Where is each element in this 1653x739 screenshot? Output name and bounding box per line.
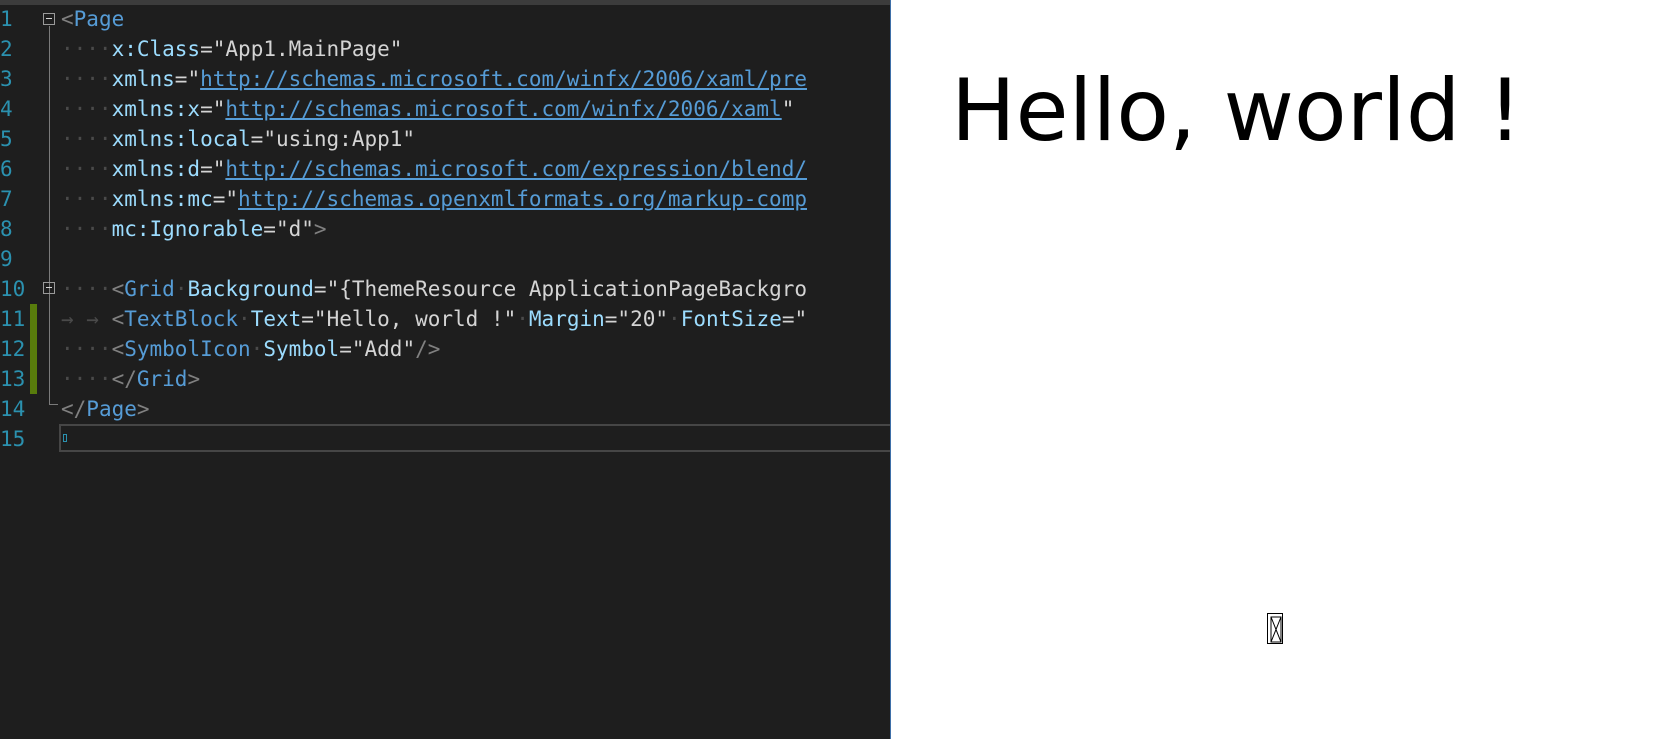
tag-name: Grid <box>136 367 188 391</box>
changed-lines-indicator <box>30 304 37 394</box>
line-number: 8 <box>0 217 13 241</box>
xaml-design-preview[interactable]: Hello, world ! <box>891 0 1653 739</box>
attribute-name: Text <box>250 307 302 331</box>
attribute-name: Background <box>187 277 314 301</box>
code-lines: <Page ····x:Class="App1.MainPage" ····xm… <box>61 4 807 454</box>
line-number: 12 <box>0 337 26 361</box>
collapse-grid-icon[interactable] <box>43 282 55 294</box>
attribute-value: App1.MainPage <box>225 37 390 61</box>
attribute-name: xmlns:mc <box>111 187 213 211</box>
attribute-value: {ThemeResource ApplicationPageBackgro <box>339 277 808 301</box>
fold-guide-end <box>49 404 58 405</box>
code-line-10: ····<Grid·Background="{ThemeResource App… <box>61 277 808 301</box>
code-line-6: ····xmlns:d="http://schemas.microsoft.co… <box>61 157 807 181</box>
line-number: 7 <box>0 187 13 211</box>
tag-name: Grid <box>124 277 175 301</box>
code-line-3: ····xmlns="http://schemas.microsoft.com/… <box>61 67 807 91</box>
namespace-link[interactable]: http://schemas.microsoft.com/winfx/2006/… <box>200 67 807 91</box>
line-number: 9 <box>0 247 13 271</box>
line-number: 14 <box>0 397 26 421</box>
tag-name: TextBlock <box>124 307 239 331</box>
attribute-name: xmlns:local <box>111 127 251 151</box>
xaml-code-editor[interactable]: 1 2 3 4 5 6 7 8 9 10 11 12 13 14 15 <Pag… <box>0 0 890 739</box>
code-line-11: → → <TextBlock·Text="Hello, world !"·Mar… <box>61 307 808 331</box>
attribute-name: xmlns:d <box>111 157 201 181</box>
code-line-12: ····<SymbolIcon·Symbol="Add"/> <box>61 337 441 361</box>
tag-name: Page <box>86 397 137 421</box>
attribute-name: xmlns <box>111 67 175 91</box>
line-number: 1 <box>0 7 13 31</box>
line-number: 4 <box>0 97 13 121</box>
line-number: 3 <box>0 67 13 91</box>
attribute-value: d <box>288 217 302 241</box>
attribute-name: xmlns:x <box>111 97 201 121</box>
text-caret <box>63 434 67 442</box>
namespace-link[interactable]: http://schemas.openxmlformats.org/markup… <box>238 187 807 211</box>
line-number: 13 <box>0 367 26 391</box>
current-line-highlight <box>59 424 890 452</box>
code-line-13: ····</Grid> <box>61 367 201 391</box>
code-line-1: <Page <box>61 7 125 31</box>
code-line-2: ····x:Class="App1.MainPage" <box>61 37 403 61</box>
attribute-name: Symbol <box>263 337 340 361</box>
code-line-7: ····xmlns:mc="http://schemas.openxmlform… <box>61 187 807 211</box>
attribute-name: x:Class <box>111 37 201 61</box>
attribute-name: FontSize <box>680 307 782 331</box>
attribute-value: using:App1 <box>275 127 403 151</box>
line-number: 15 <box>0 427 26 451</box>
line-number-gutter: 1 2 3 4 5 6 7 8 9 10 11 12 13 14 15 <box>0 4 28 454</box>
tag-name: SymbolIcon <box>124 337 251 361</box>
collapse-page-icon[interactable] <box>43 13 55 25</box>
attribute-value: Hello, world ! <box>326 307 504 331</box>
line-number: 5 <box>0 127 13 151</box>
code-line-5: ····xmlns:local="using:App1" <box>61 127 416 151</box>
attribute-value: 20 <box>630 307 656 331</box>
code-line-4: ····xmlns:x="http://schemas.microsoft.co… <box>61 97 795 121</box>
line-number: 10 <box>0 277 26 301</box>
namespace-link[interactable]: http://schemas.microsoft.com/expression/… <box>225 157 807 181</box>
fold-guide-page <box>49 26 50 404</box>
tag-name: Page <box>73 7 125 31</box>
line-number: 6 <box>0 157 13 181</box>
attribute-value: Add <box>364 337 403 361</box>
attribute-name: Margin <box>528 307 605 331</box>
line-number: 11 <box>0 307 26 331</box>
code-line-14: </Page> <box>61 397 150 421</box>
namespace-link[interactable]: http://schemas.microsoft.com/winfx/2006/… <box>225 97 781 121</box>
code-line-8: ····mc:Ignorable="d"> <box>61 217 327 241</box>
line-number: 2 <box>0 37 13 61</box>
attribute-name: mc:Ignorable <box>111 217 264 241</box>
missing-glyph-icon <box>1267 613 1283 644</box>
hello-textblock: Hello, world ! <box>951 61 1523 161</box>
